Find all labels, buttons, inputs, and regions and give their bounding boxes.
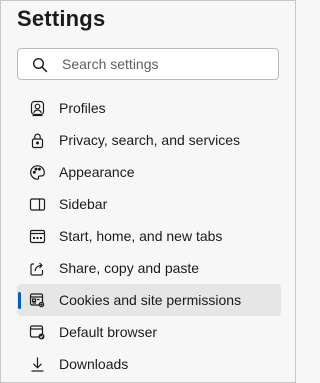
lock-icon <box>29 132 46 149</box>
nav-item-label: Downloads <box>59 356 129 372</box>
home-tabs-icon <box>29 228 46 245</box>
settings-panel: Settings Profiles <box>0 0 296 383</box>
nav-item-label: Cookies and site permissions <box>59 292 242 308</box>
nav-item-profiles[interactable]: Profiles <box>17 92 281 124</box>
nav-item-label: Start, home, and new tabs <box>59 228 223 244</box>
search-input[interactable] <box>62 49 272 79</box>
cookies-icon <box>29 292 46 309</box>
nav-item-label: Profiles <box>59 100 106 116</box>
nav-item-default-browser[interactable]: Default browser <box>17 316 281 348</box>
sidebar-icon <box>29 196 46 213</box>
nav-item-sidebar[interactable]: Sidebar <box>17 188 281 220</box>
profile-icon <box>29 100 46 117</box>
nav-item-label: Privacy, search, and services <box>59 132 241 148</box>
nav-item-label: Sidebar <box>59 196 108 212</box>
nav-item-label: Default browser <box>59 324 158 340</box>
nav-item-share-copy-paste[interactable]: Share, copy and paste <box>17 252 281 284</box>
nav-item-appearance[interactable]: Appearance <box>17 156 281 188</box>
nav-item-downloads[interactable]: Downloads <box>17 348 281 380</box>
nav-item-start-home-tabs[interactable]: Start, home, and new tabs <box>17 220 281 252</box>
nav-item-cookies-permissions[interactable]: Cookies and site permissions <box>17 284 281 316</box>
settings-nav: Profiles Privacy, search, and services A… <box>17 92 281 380</box>
nav-item-privacy[interactable]: Privacy, search, and services <box>17 124 281 156</box>
nav-item-label: Appearance <box>59 164 135 180</box>
default-browser-icon <box>29 324 46 341</box>
search-icon <box>32 57 48 73</box>
page-title: Settings <box>17 6 106 31</box>
search-box[interactable] <box>17 48 279 80</box>
palette-icon <box>29 164 46 181</box>
nav-item-label: Share, copy and paste <box>59 260 200 276</box>
download-icon <box>29 356 46 373</box>
share-icon <box>29 260 46 277</box>
